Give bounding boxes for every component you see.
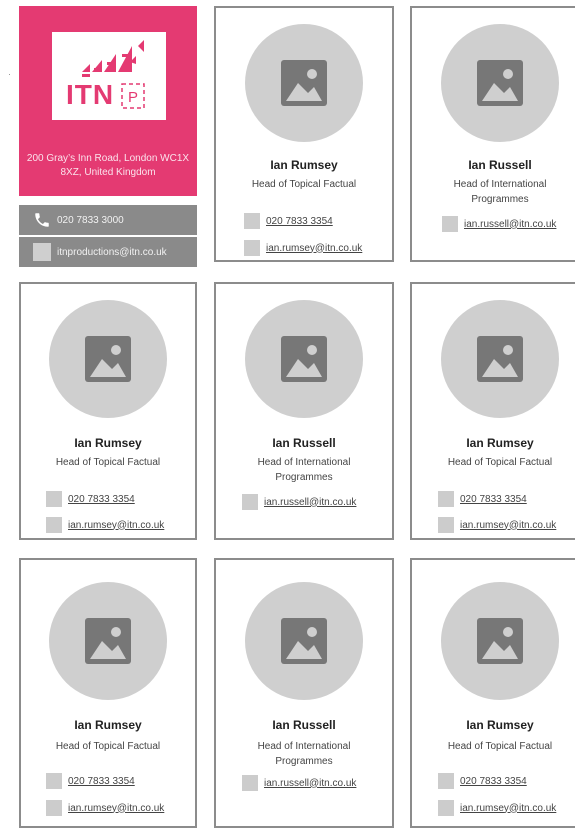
contact-email-row[interactable]: ian.rumsey@itn.co.uk xyxy=(46,517,164,533)
company-email-row[interactable]: itnproductions@itn.co.uk xyxy=(19,237,197,267)
contact-name: Ian Rumsey xyxy=(466,718,534,732)
contact-name: Ian Rumsey xyxy=(270,158,338,172)
contact-email-link[interactable]: ian.rumsey@itn.co.uk xyxy=(460,520,556,531)
image-icon xyxy=(85,336,131,382)
contact-email-row[interactable]: ian.rumsey@itn.co.uk xyxy=(244,240,362,256)
contact-name: Ian Russell xyxy=(468,158,532,172)
contact-name: Ian Russell xyxy=(272,436,336,450)
contact-phone-row[interactable]: 020 7833 3354 xyxy=(438,491,527,507)
contact-email-link[interactable]: ian.rumsey@itn.co.uk xyxy=(68,803,164,814)
contact-email-link[interactable]: ian.russell@itn.co.uk xyxy=(264,497,356,508)
contact-phone-row[interactable]: 020 7833 3354 xyxy=(46,773,135,789)
svg-text:ITN: ITN xyxy=(66,79,114,110)
phone-icon xyxy=(438,491,454,507)
image-icon xyxy=(477,336,523,382)
contact-phone-link[interactable]: 020 7833 3354 xyxy=(68,776,135,787)
image-icon xyxy=(281,60,327,106)
contact-card: Ian Rumsey Head of Topical Factual 020 7… xyxy=(410,282,575,540)
itn-productions-logo[interactable]: ITN P xyxy=(52,32,166,120)
contact-phone-link[interactable]: 020 7833 3354 xyxy=(68,494,135,505)
contact-email-row[interactable]: ian.russell@itn.co.uk xyxy=(442,216,556,232)
contact-card: Ian Rumsey Head of Topical Factual 020 7… xyxy=(19,558,197,828)
contact-email-row[interactable]: ian.rumsey@itn.co.uk xyxy=(438,800,556,816)
phone-icon xyxy=(35,213,49,227)
avatar xyxy=(49,582,167,700)
avatar xyxy=(441,300,559,418)
contact-email-link[interactable]: ian.russell@itn.co.uk xyxy=(264,778,356,789)
contact-phone-row[interactable]: 020 7833 3354 xyxy=(244,213,333,229)
company-phone[interactable]: 020 7833 3000 xyxy=(57,215,124,226)
company-email[interactable]: itnproductions@itn.co.uk xyxy=(57,247,167,258)
avatar xyxy=(245,24,363,142)
image-icon xyxy=(85,618,131,664)
contact-role: Head of Topical Factual xyxy=(55,457,161,468)
contact-email-row[interactable]: ian.russell@itn.co.uk xyxy=(242,775,356,791)
email-icon xyxy=(242,494,258,510)
contact-phone-row[interactable]: 020 7833 3354 xyxy=(46,491,135,507)
contact-card: Ian Russell Head of International Progra… xyxy=(214,282,394,540)
contact-role: Head of Topical Factual xyxy=(55,741,161,752)
contact-card: Ian Russell Head of International Progra… xyxy=(410,6,575,262)
email-icon xyxy=(442,216,458,232)
image-icon xyxy=(477,618,523,664)
contact-phone-link[interactable]: 020 7833 3354 xyxy=(460,776,527,787)
contact-name: Ian Russell xyxy=(272,718,336,732)
contact-name: Ian Rumsey xyxy=(466,436,534,450)
email-icon xyxy=(244,240,260,256)
image-icon xyxy=(281,336,327,382)
phone-icon xyxy=(244,213,260,229)
company-card: ITN P 200 Gray’s Inn Road, London WC1X 8… xyxy=(19,6,197,267)
logo-graphic: ITN P xyxy=(66,40,145,110)
phone-icon xyxy=(438,773,454,789)
contact-role: Head of International Programmes xyxy=(257,457,351,483)
contact-role: Head of Topical Factual xyxy=(251,179,357,190)
contact-card: Ian Rumsey Head of Topical Factual 020 7… xyxy=(19,282,197,540)
avatar xyxy=(245,582,363,700)
contact-phone-link[interactable]: 020 7833 3354 xyxy=(460,494,527,505)
contact-role: Head of Topical Factual xyxy=(447,457,553,468)
contact-card: Ian Rumsey Head of Topical Factual 020 7… xyxy=(214,6,394,262)
contact-email-link[interactable]: ian.rumsey@itn.co.uk xyxy=(460,803,556,814)
contact-role: Head of Topical Factual xyxy=(447,741,553,752)
email-icon xyxy=(242,775,258,791)
contact-phone-row[interactable]: 020 7833 3354 xyxy=(438,773,527,789)
contact-card: Ian Russell Head of International Progra… xyxy=(214,558,394,828)
contact-email-row[interactable]: ian.rumsey@itn.co.uk xyxy=(438,517,556,533)
company-header: ITN P 200 Gray’s Inn Road, London WC1X 8… xyxy=(19,6,197,196)
contact-email-link[interactable]: ian.rumsey@itn.co.uk xyxy=(68,520,164,531)
svg-text:P: P xyxy=(128,89,138,106)
phone-icon xyxy=(46,491,62,507)
phone-icon xyxy=(46,773,62,789)
email-icon xyxy=(46,800,62,816)
company-phone-row[interactable]: 020 7833 3000 xyxy=(19,205,197,235)
contact-name: Ian Rumsey xyxy=(74,718,142,732)
stray-dot xyxy=(9,74,10,75)
contact-name: Ian Rumsey xyxy=(74,436,142,450)
avatar xyxy=(49,300,167,418)
contact-phone-link[interactable]: 020 7833 3354 xyxy=(266,216,333,227)
contact-email-row[interactable]: ian.rumsey@itn.co.uk xyxy=(46,800,164,816)
contact-card: Ian Rumsey Head of Topical Factual 020 7… xyxy=(410,558,575,828)
contact-email-link[interactable]: ian.rumsey@itn.co.uk xyxy=(266,243,362,254)
contact-role: Head of International Programmes xyxy=(453,179,547,205)
avatar xyxy=(441,24,559,142)
email-icon xyxy=(46,517,62,533)
image-icon xyxy=(477,60,523,106)
email-icon xyxy=(438,517,454,533)
avatar xyxy=(441,582,559,700)
company-address: 200 Gray’s Inn Road, London WC1X 8XZ, Un… xyxy=(26,153,190,178)
contact-email-row[interactable]: ian.russell@itn.co.uk xyxy=(242,494,356,510)
contact-email-link[interactable]: ian.russell@itn.co.uk xyxy=(464,219,556,230)
contact-role: Head of International Programmes xyxy=(257,741,351,767)
email-icon xyxy=(33,243,51,261)
email-icon xyxy=(438,800,454,816)
avatar xyxy=(245,300,363,418)
image-icon xyxy=(281,618,327,664)
